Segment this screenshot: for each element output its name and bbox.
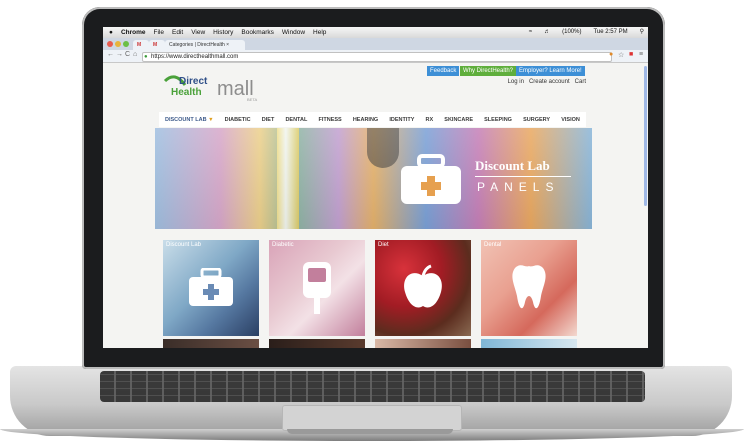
hero-banner[interactable]: Discount Lab PANELS — [155, 128, 592, 229]
nav-dental[interactable]: DENTAL — [285, 117, 307, 123]
tile-label: Dental — [484, 242, 502, 248]
lid-notch — [287, 429, 453, 434]
medical-kit-icon — [163, 240, 259, 336]
menu-file[interactable]: File — [154, 27, 164, 38]
gmail-icon: M — [153, 42, 158, 48]
hero-title: Discount Lab — [475, 158, 550, 173]
extension-icon[interactable]: ● — [609, 51, 613, 58]
menu-window[interactable]: Window — [282, 27, 305, 38]
forward-icon[interactable]: → — [116, 51, 123, 58]
tab-gmail-2[interactable]: M — [149, 40, 165, 50]
scrollbar[interactable] — [644, 66, 647, 206]
back-icon[interactable]: ← — [107, 51, 114, 58]
close-tab-icon[interactable]: × — [226, 42, 229, 48]
hero-subtitle: PANELS — [477, 180, 560, 194]
menu-app[interactable]: Chrome — [121, 27, 146, 38]
login-link[interactable]: Log in — [508, 79, 524, 85]
category-tile-row2-4[interactable] — [481, 339, 577, 348]
web-page: Direct Health mall BETA Feedback Why Dir… — [103, 63, 648, 348]
feedback-button[interactable]: Feedback — [427, 66, 460, 76]
tab-gmail[interactable]: M — [133, 40, 149, 50]
nav-label: DISCOUNT LAB — [165, 116, 207, 123]
close-window-icon[interactable] — [107, 41, 113, 47]
lock-icon: ● — [144, 54, 148, 60]
chevron-down-icon: ▼ — [208, 116, 214, 123]
nav-hearing[interactable]: HEARING — [353, 117, 378, 123]
nav-rx[interactable]: RX — [426, 117, 434, 123]
gmail-icon: M — [137, 42, 142, 48]
category-tile-dental[interactable]: Dental — [481, 240, 577, 336]
category-tile-discount-lab[interactable]: Discount Lab — [163, 240, 259, 336]
address-bar: ← → C ⌂ ● https://www.directhealthmall.c… — [103, 50, 648, 63]
employer-button[interactable]: Employer? Learn More! — [516, 66, 585, 76]
nav-diet[interactable]: DIET — [262, 117, 275, 123]
hero-divider — [475, 176, 571, 177]
medical-kit-icon — [401, 154, 461, 204]
zoom-window-icon[interactable] — [123, 41, 129, 47]
url-text: https://www.directhealthmall.com — [151, 54, 239, 60]
nav-fitness[interactable]: FITNESS — [318, 117, 341, 123]
nav-discount-lab[interactable]: DISCOUNT LAB ▼ — [165, 117, 214, 123]
reload-icon[interactable]: C — [125, 51, 130, 58]
mac-menubar: ● Chrome File Edit View History Bookmark… — [103, 27, 648, 38]
chrome-menu-icon[interactable]: ≡ — [639, 51, 643, 58]
menu-history[interactable]: History — [213, 27, 233, 38]
category-tile-row2-1[interactable] — [163, 339, 259, 348]
tab-directhealth[interactable]: Categories | DirectHealth × — [165, 40, 245, 50]
url-input[interactable]: ● https://www.directhealthmall.com — [142, 52, 612, 62]
screen: ● Chrome File Edit View History Bookmark… — [103, 27, 648, 348]
minimize-window-icon[interactable] — [115, 41, 121, 47]
nav-skincare[interactable]: SKINCARE — [444, 117, 473, 123]
category-tile-row2-3[interactable] — [375, 339, 471, 348]
search-icon[interactable]: ⚲ — [640, 27, 644, 38]
wifi-icon[interactable]: ≈ — [529, 27, 532, 38]
menu-bookmarks[interactable]: Bookmarks — [241, 27, 274, 38]
why-directhealth-button[interactable]: Why DirectHealth? — [460, 66, 517, 76]
logo-health: Health — [171, 87, 202, 98]
tile-label: Discount Lab — [166, 242, 202, 248]
tooth-icon — [481, 240, 577, 336]
home-icon[interactable]: ⌂ — [133, 51, 137, 58]
apple-icon[interactable]: ● — [109, 27, 113, 38]
extension-red-icon[interactable]: ■ — [629, 51, 633, 58]
bookmark-star-icon[interactable]: ☆ — [618, 51, 624, 59]
trackpad — [282, 405, 462, 431]
tile-label: Diet — [378, 242, 389, 248]
glucose-meter-icon — [269, 240, 365, 336]
account-links: Log in Create account Cart — [508, 79, 586, 85]
tab-bar: M M Categories | DirectHealth × — [103, 38, 648, 50]
hero-overlay — [155, 128, 592, 229]
apple-icon — [375, 240, 471, 336]
tile-label: Diabetic — [272, 242, 294, 248]
menu-view[interactable]: View — [191, 27, 205, 38]
logo-direct: Direct — [179, 76, 208, 87]
create-account-link[interactable]: Create account — [529, 79, 570, 85]
site-logo[interactable]: Direct Health mall BETA — [163, 73, 261, 103]
tab-label: Categories | DirectHealth — [169, 42, 225, 48]
category-tile-row2-2[interactable] — [269, 339, 365, 348]
battery-label[interactable]: (100%) — [562, 27, 581, 38]
category-nav: DISCOUNT LAB ▼ DIABETIC DIET DENTAL FITN… — [159, 112, 586, 127]
volume-icon[interactable]: ♬ — [544, 27, 550, 38]
category-tile-diabetic[interactable]: Diabetic — [269, 240, 365, 336]
cart-link[interactable]: Cart — [575, 79, 586, 85]
nav-vision[interactable]: VISION — [561, 117, 580, 123]
logo-beta: BETA — [247, 97, 257, 102]
nav-diabetic[interactable]: DIABETIC — [225, 117, 251, 123]
clock[interactable]: Tue 2:57 PM — [593, 27, 627, 38]
menu-help[interactable]: Help — [313, 27, 326, 38]
menu-edit[interactable]: Edit — [172, 27, 183, 38]
menubar-status: ≈ ♬ (100%) Tue 2:57 PM ⚲ — [521, 27, 644, 38]
nav-surgery[interactable]: SURGERY — [523, 117, 550, 123]
nav-sleeping[interactable]: SLEEPING — [484, 117, 512, 123]
keyboard-rows — [100, 371, 645, 402]
nav-identity[interactable]: IDENTITY — [389, 117, 414, 123]
category-tile-diet[interactable]: Diet — [375, 240, 471, 336]
